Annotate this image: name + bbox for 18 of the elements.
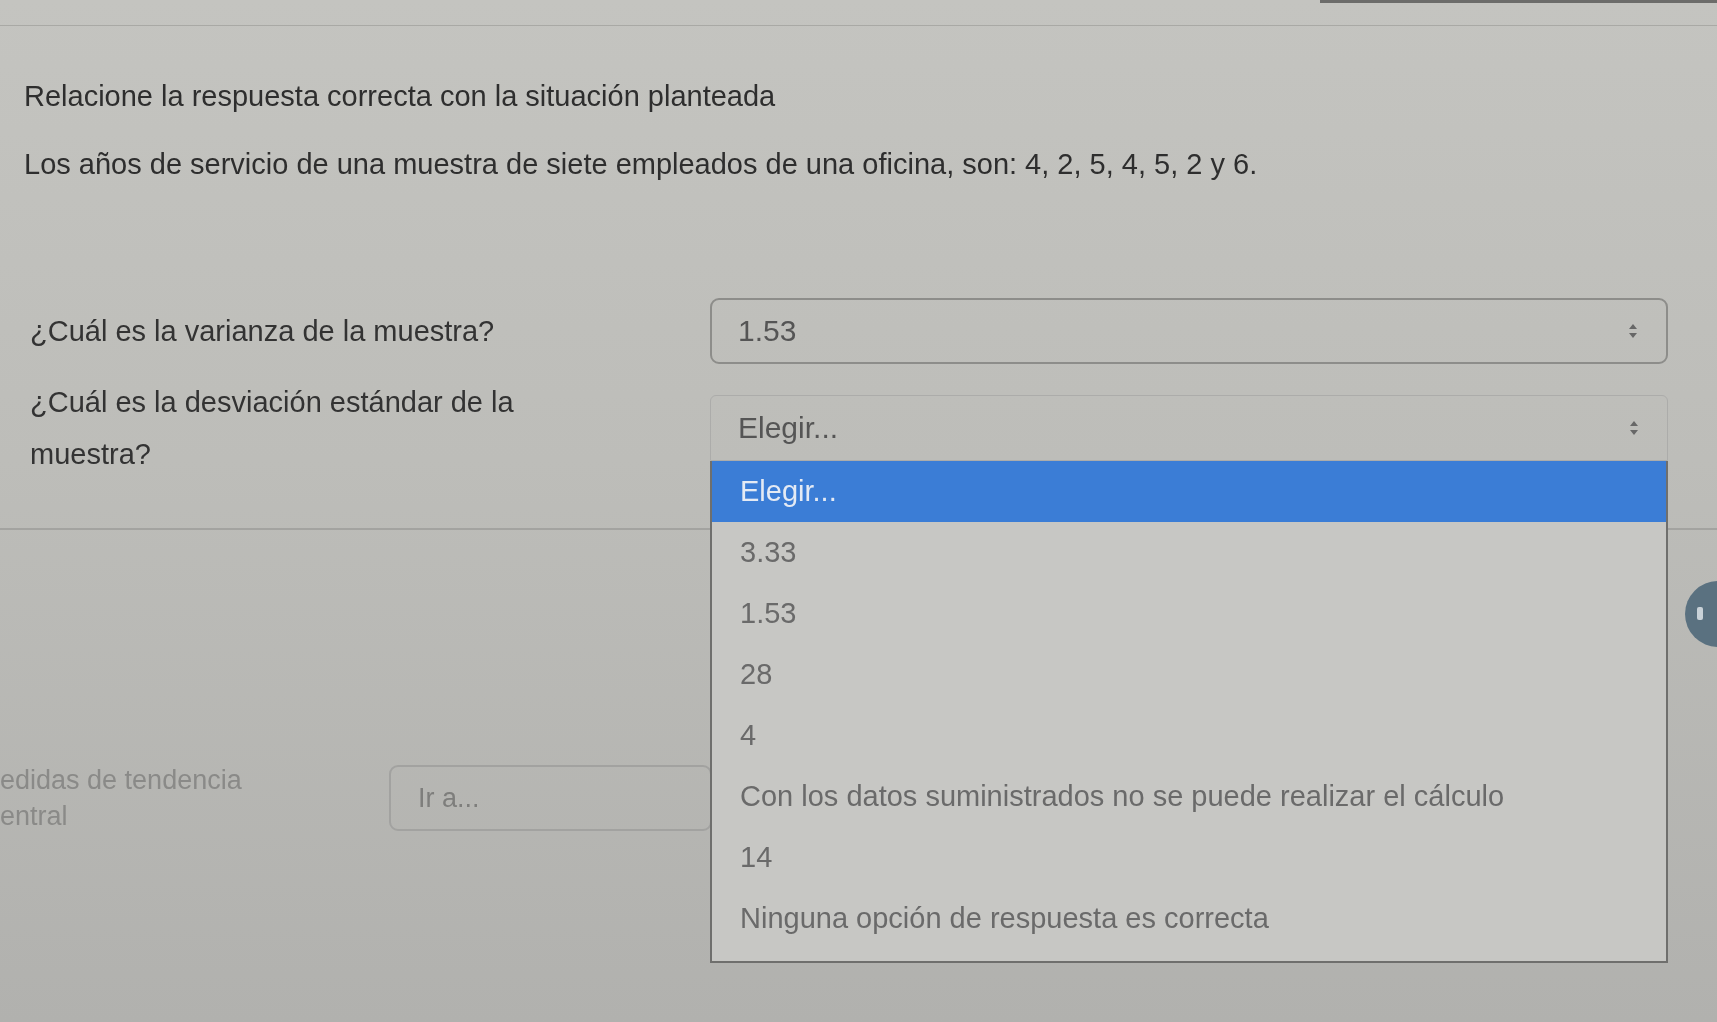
dropdown-option[interactable]: 1.53 <box>712 583 1666 644</box>
jump-to-select[interactable]: Ir a... <box>389 765 712 831</box>
question-text: ¿Cuál es la varianza de la muestra? <box>29 314 496 349</box>
spinner-icon <box>1628 323 1638 339</box>
question-text: ¿Cuál es la desviación estándar de la muestra? <box>29 385 515 472</box>
dropdown-option[interactable]: 28 <box>712 644 1666 705</box>
answer-select[interactable]: Elegir... <box>710 395 1668 461</box>
dropdown-option[interactable]: 14 <box>712 827 1666 888</box>
round-button-icon[interactable] <box>1685 581 1717 647</box>
dropdown-option[interactable]: 3.33 <box>712 522 1666 583</box>
dropdown-option[interactable]: 4 <box>712 705 1666 766</box>
dropdown-option[interactable]: Elegir... <box>712 461 1666 522</box>
dropdown-option[interactable]: Ninguna opción de respuesta es correcta <box>712 888 1666 949</box>
instruction-text: Relacione la respuesta correcta con la situación planteada <box>24 79 777 114</box>
question-statement: Los años de servicio de una muestra de siete empleados de una oficina, son: 4, 2, 5, 4, 5, 2 y 6. <box>24 147 1259 182</box>
spinner-icon <box>1629 420 1639 436</box>
answer-select[interactable]: 1.53 <box>710 298 1668 364</box>
dropdown-option[interactable]: Con los datos suministrados no se puede realizar el cálculo <box>712 766 1666 827</box>
